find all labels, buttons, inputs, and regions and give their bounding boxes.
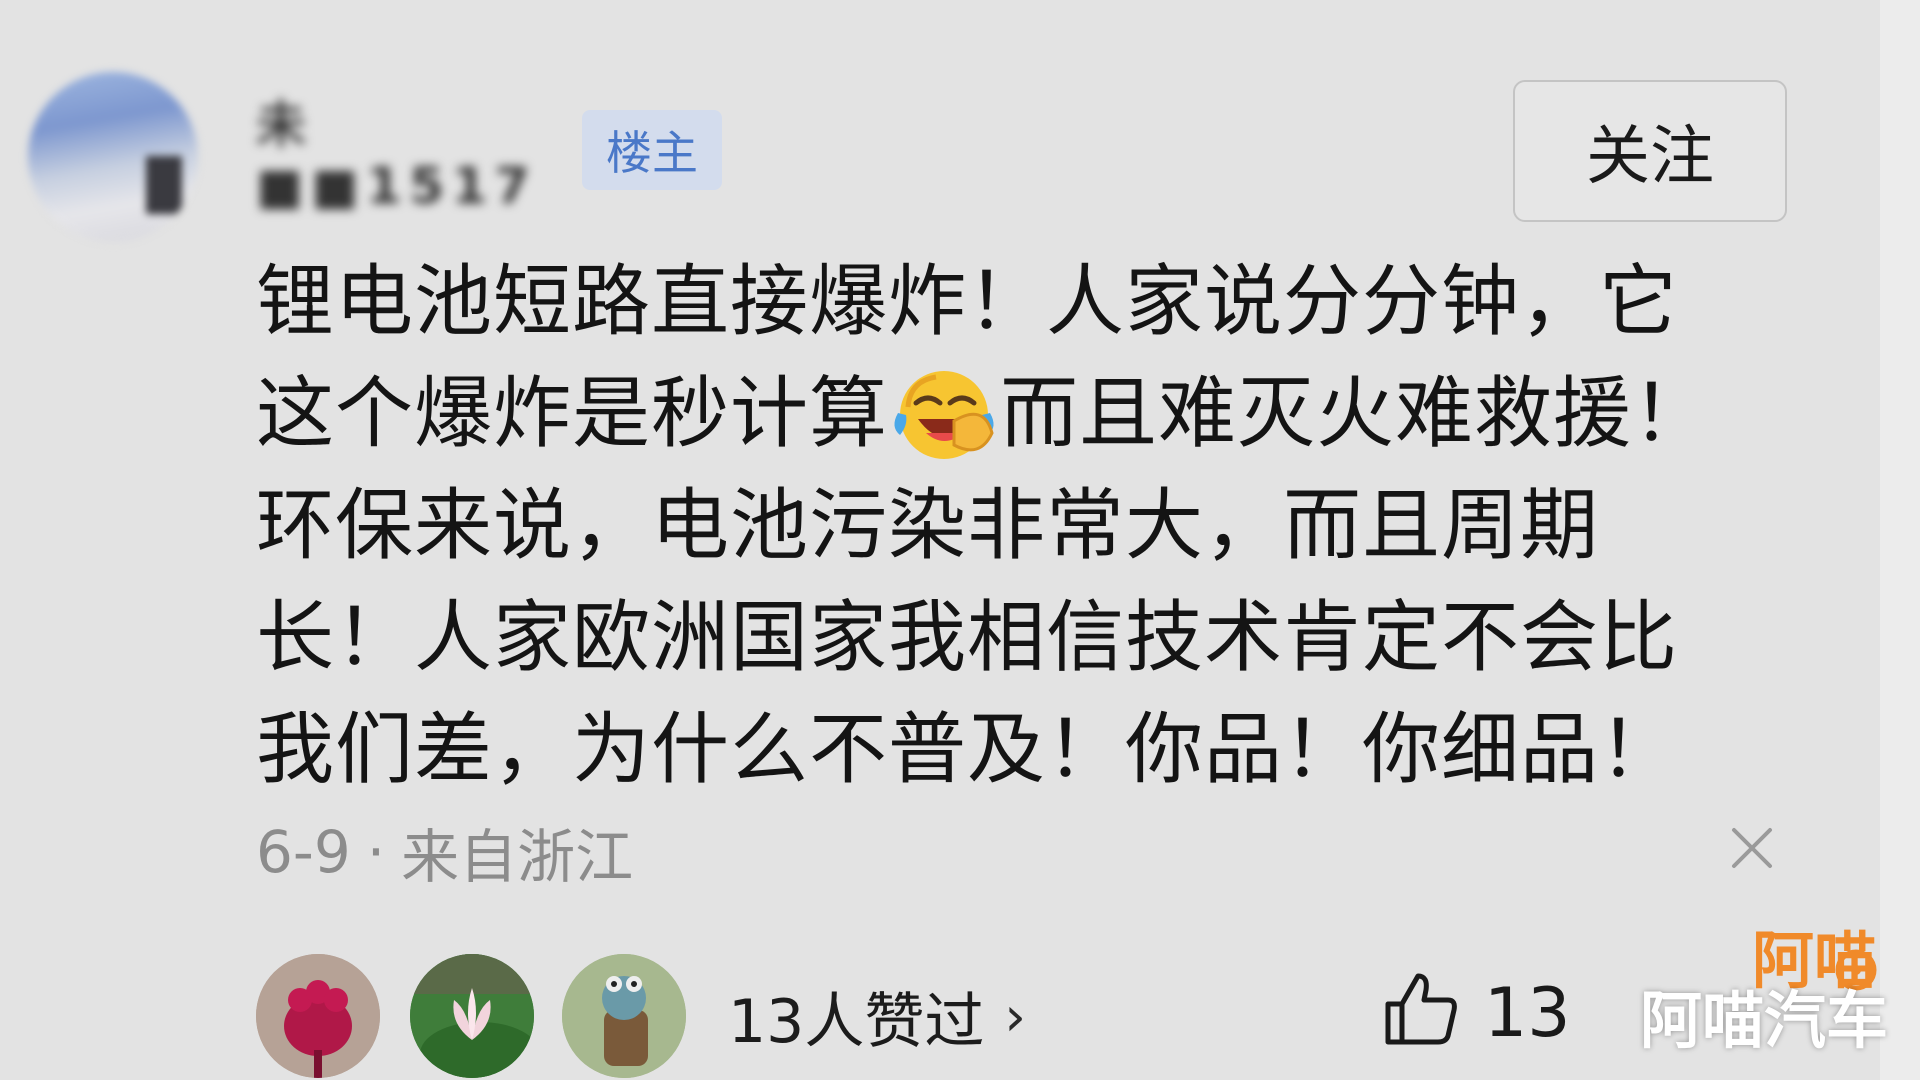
likers-label: 13人赞过: [728, 986, 985, 1057]
liker-avatar[interactable]: [562, 954, 686, 1078]
liker-avatar[interactable]: [256, 954, 380, 1078]
comment-location: 来自浙江: [401, 823, 634, 891]
watermark-text: 阿喵汽车: [1640, 984, 1889, 1057]
likers-link[interactable]: 13人赞过 ›: [728, 972, 1026, 1060]
follow-button[interactable]: 关注: [1513, 80, 1787, 222]
comment-line: 而且难灭火难救援！: [1000, 369, 1712, 459]
comment-date: 6-9: [256, 818, 351, 886]
comment-screen: 未■■1517 楼主 关注 锂电池短路直接爆炸！人家说分分钟，它 这个爆炸是秒计…: [0, 0, 1920, 1080]
comment-line: 我们差，为什么不普及！你品！你细品！: [256, 705, 1679, 795]
thumbs-up-icon[interactable]: [1380, 968, 1460, 1048]
op-badge: 楼主: [582, 110, 722, 190]
meta-separator: ·: [366, 818, 386, 886]
username[interactable]: 未■■1517: [256, 96, 556, 215]
comment-line: 这个爆炸是秒计算: [256, 369, 889, 459]
comment-line: 长！人家欧洲国家我相信技术肯定不会比: [256, 593, 1679, 683]
liker-avatar[interactable]: [410, 954, 534, 1078]
comment-line-with-emoji: 这个爆炸是秒计算 而且难灭火难救援！: [256, 358, 1736, 470]
like-count: 13: [1484, 973, 1571, 1053]
edge-strip: [1880, 0, 1920, 1080]
comment-line: 锂电池短路直接爆炸！人家说分分钟，它: [256, 257, 1679, 347]
close-icon[interactable]: [1728, 824, 1776, 872]
user-avatar[interactable]: [28, 72, 198, 242]
comment-meta: 6-9 · 来自浙江: [256, 816, 633, 891]
comment-text: 锂电池短路直接爆炸！人家说分分钟，它 这个爆炸是秒计算 而且难灭火难救援！ 环保…: [256, 246, 1736, 806]
chevron-right-icon: ›: [1004, 984, 1026, 1048]
laughing-crying-emoji-icon: [894, 370, 994, 459]
comment-line: 环保来说，电池污染非常大，而且周期: [256, 481, 1600, 571]
